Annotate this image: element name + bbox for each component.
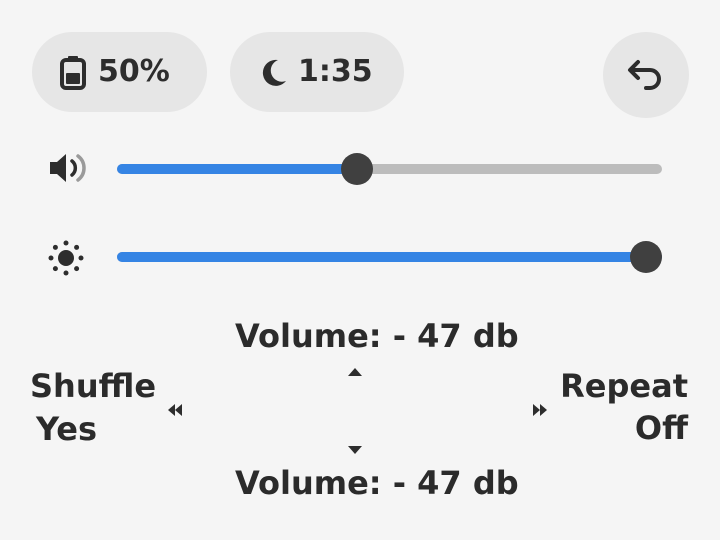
volume-down-label[interactable]: Volume: - 47 db	[235, 467, 519, 499]
shuffle-label[interactable]: Shuffle	[30, 370, 156, 402]
repeat-label[interactable]: Repeat	[560, 370, 688, 402]
triangle-down-icon[interactable]	[346, 444, 364, 456]
volume-slider-knob[interactable]	[340, 153, 373, 185]
quick-settings-panel: 50% 1:35 Volume: - 47 db Shuffle Yes Rep…	[0, 0, 720, 540]
battery-percentage: 50%	[98, 54, 170, 89]
speaker-icon	[50, 154, 86, 182]
volume-slider[interactable]	[117, 153, 662, 185]
brightness-slider[interactable]	[117, 241, 662, 273]
moon-icon	[262, 59, 286, 86]
repeat-value: Off	[634, 409, 688, 447]
volume-up-label[interactable]: Volume: - 47 db	[235, 320, 519, 352]
sleep-timer-pill[interactable]: 1:35	[230, 32, 404, 112]
back-arrow-icon	[628, 60, 661, 90]
fast-forward-icon[interactable]	[530, 402, 550, 418]
sleep-timer-value: 1:35	[298, 54, 373, 89]
rewind-icon[interactable]	[165, 402, 185, 418]
volume-slider-fill	[117, 164, 357, 174]
triangle-up-icon[interactable]	[346, 366, 364, 378]
brightness-slider-knob[interactable]	[630, 241, 662, 273]
shuffle-value: Yes	[36, 410, 97, 448]
back-button[interactable]	[603, 32, 689, 118]
sun-icon	[48, 240, 84, 276]
battery-icon	[60, 56, 86, 90]
brightness-slider-fill	[117, 252, 662, 262]
battery-status-pill: 50%	[32, 32, 207, 112]
